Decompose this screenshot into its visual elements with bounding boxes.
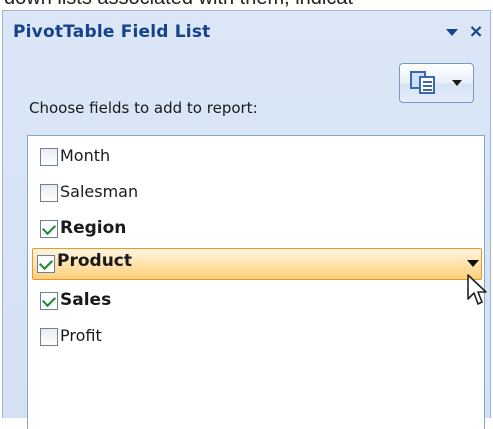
checkmark-icon: [38, 255, 54, 271]
cropped-caption-text: down lists associated with them, indicat: [0, 0, 493, 10]
field-label: Sales: [60, 290, 112, 310]
field-item-sales[interactable]: Sales: [34, 286, 486, 318]
field-label: Month: [60, 146, 111, 165]
region-checkbox[interactable]: [40, 220, 58, 238]
sales-checkbox[interactable]: [40, 292, 58, 310]
pane-title: PivotTable Field List: [13, 22, 211, 42]
field-list-layout-icon: [410, 71, 436, 95]
salesman-checkbox[interactable]: [40, 184, 58, 202]
pane-options-button[interactable]: [441, 21, 463, 43]
choose-fields-label: Choose fields to add to report:: [29, 99, 258, 117]
month-checkbox[interactable]: [40, 148, 58, 166]
field-list: Month Salesman Region Product Sales Prof…: [27, 135, 485, 429]
field-item-region[interactable]: Region: [34, 214, 486, 246]
checkmark-icon: [41, 292, 57, 308]
profit-checkbox[interactable]: [40, 328, 58, 346]
field-item-product[interactable]: Product: [32, 248, 482, 280]
product-checkbox[interactable]: [37, 255, 55, 273]
field-label: Profit: [60, 326, 102, 345]
field-item-salesman[interactable]: Salesman: [34, 178, 486, 210]
field-dropdown-icon[interactable]: [467, 260, 479, 267]
chevron-down-icon: [452, 80, 462, 86]
close-button[interactable]: ×: [465, 21, 487, 43]
triangle-down-icon: [446, 28, 458, 36]
pivottable-field-list-pane: PivotTable Field List × Choose fields to…: [2, 10, 491, 429]
field-label: Region: [60, 218, 127, 238]
checkmark-icon: [41, 220, 57, 236]
field-label: Product: [57, 251, 132, 271]
field-label: Salesman: [60, 182, 139, 201]
field-item-profit[interactable]: Profit: [34, 322, 486, 354]
mouse-pointer-icon: [467, 274, 487, 305]
close-icon: ×: [468, 21, 484, 42]
field-list-layout-button[interactable]: [399, 63, 474, 103]
pane-header: PivotTable Field List ×: [3, 11, 490, 53]
field-item-month[interactable]: Month: [34, 142, 486, 174]
